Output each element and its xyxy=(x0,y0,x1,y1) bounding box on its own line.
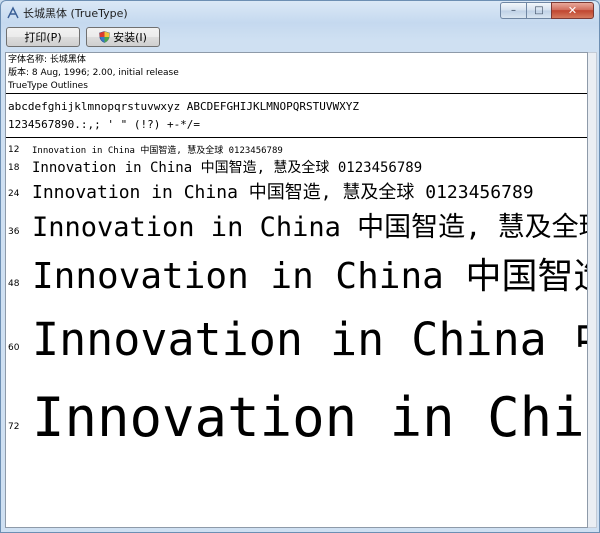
font-name: 字体名称: 长城黑体 xyxy=(8,55,86,65)
size-label: 60 xyxy=(8,343,20,353)
size-label: 48 xyxy=(8,279,20,289)
sample-text: Innovation in China 中国智造, 慧及全球 012345678… xyxy=(32,212,587,243)
sample-text: Innovation in China 中国智造, 慧及全球 012345678… xyxy=(32,386,587,449)
size-label: 72 xyxy=(8,422,20,432)
install-button[interactable]: 安装(I) xyxy=(86,27,160,47)
caption-buttons: – □ ✕ xyxy=(500,2,594,19)
print-button[interactable]: 打印(P) xyxy=(6,27,80,47)
install-button-label: 安装(I) xyxy=(113,31,147,44)
font-viewer-window: 长城黑体 (TrueType) – □ ✕ 打印(P) 安装(I) 字体名称: … xyxy=(0,0,600,533)
close-icon: ✕ xyxy=(567,4,578,17)
window-title: 长城黑体 (TrueType) xyxy=(23,7,128,20)
divider xyxy=(6,93,587,94)
divider xyxy=(6,137,587,138)
font-type: TrueType Outlines xyxy=(8,81,88,91)
font-preview-area[interactable]: 字体名称: 长城黑体 版本: 8 Aug, 1996; 2.00, initia… xyxy=(5,52,588,528)
print-button-label: 打印(P) xyxy=(24,31,62,44)
minimize-icon: – xyxy=(511,4,516,16)
sample-text: Innovation in China 中国智造, 慧及全球 012345678… xyxy=(32,182,534,203)
charset-digits: 1234567890.:,; ' " (!?) +-*/= xyxy=(8,118,201,131)
sample-text: Innovation in China 中国智造, 慧及全球 012345678… xyxy=(32,146,283,156)
font-file-icon xyxy=(6,5,20,19)
vertical-scrollbar[interactable] xyxy=(588,52,597,528)
size-label: 12 xyxy=(8,145,20,155)
sample-text: Innovation in China 中国智造, 慧及全球 012345678… xyxy=(32,256,587,297)
title-bar[interactable]: 长城黑体 (TrueType) – □ ✕ xyxy=(1,1,599,25)
close-button[interactable]: ✕ xyxy=(551,2,594,19)
font-info: 字体名称: 长城黑体 版本: 8 Aug, 1996; 2.00, initia… xyxy=(8,54,179,93)
maximize-icon: □ xyxy=(534,4,544,16)
font-version: 版本: 8 Aug, 1996; 2.00, initial release xyxy=(8,68,179,78)
shield-icon xyxy=(99,31,110,43)
maximize-button[interactable]: □ xyxy=(526,2,551,19)
toolbar: 打印(P) 安装(I) xyxy=(6,27,160,49)
size-label: 24 xyxy=(8,189,20,199)
sample-text: Innovation in China 中国智造, 慧及全球 012345678… xyxy=(32,160,423,176)
sample-text: Innovation in China 中国智造, 慧及全球 012345678… xyxy=(32,313,587,366)
size-label: 18 xyxy=(8,163,20,173)
size-label: 36 xyxy=(8,227,20,237)
minimize-button[interactable]: – xyxy=(500,2,526,19)
charset-letters: abcdefghijklmnopqrstuvwxyz ABCDEFGHIJKLM… xyxy=(8,100,359,113)
